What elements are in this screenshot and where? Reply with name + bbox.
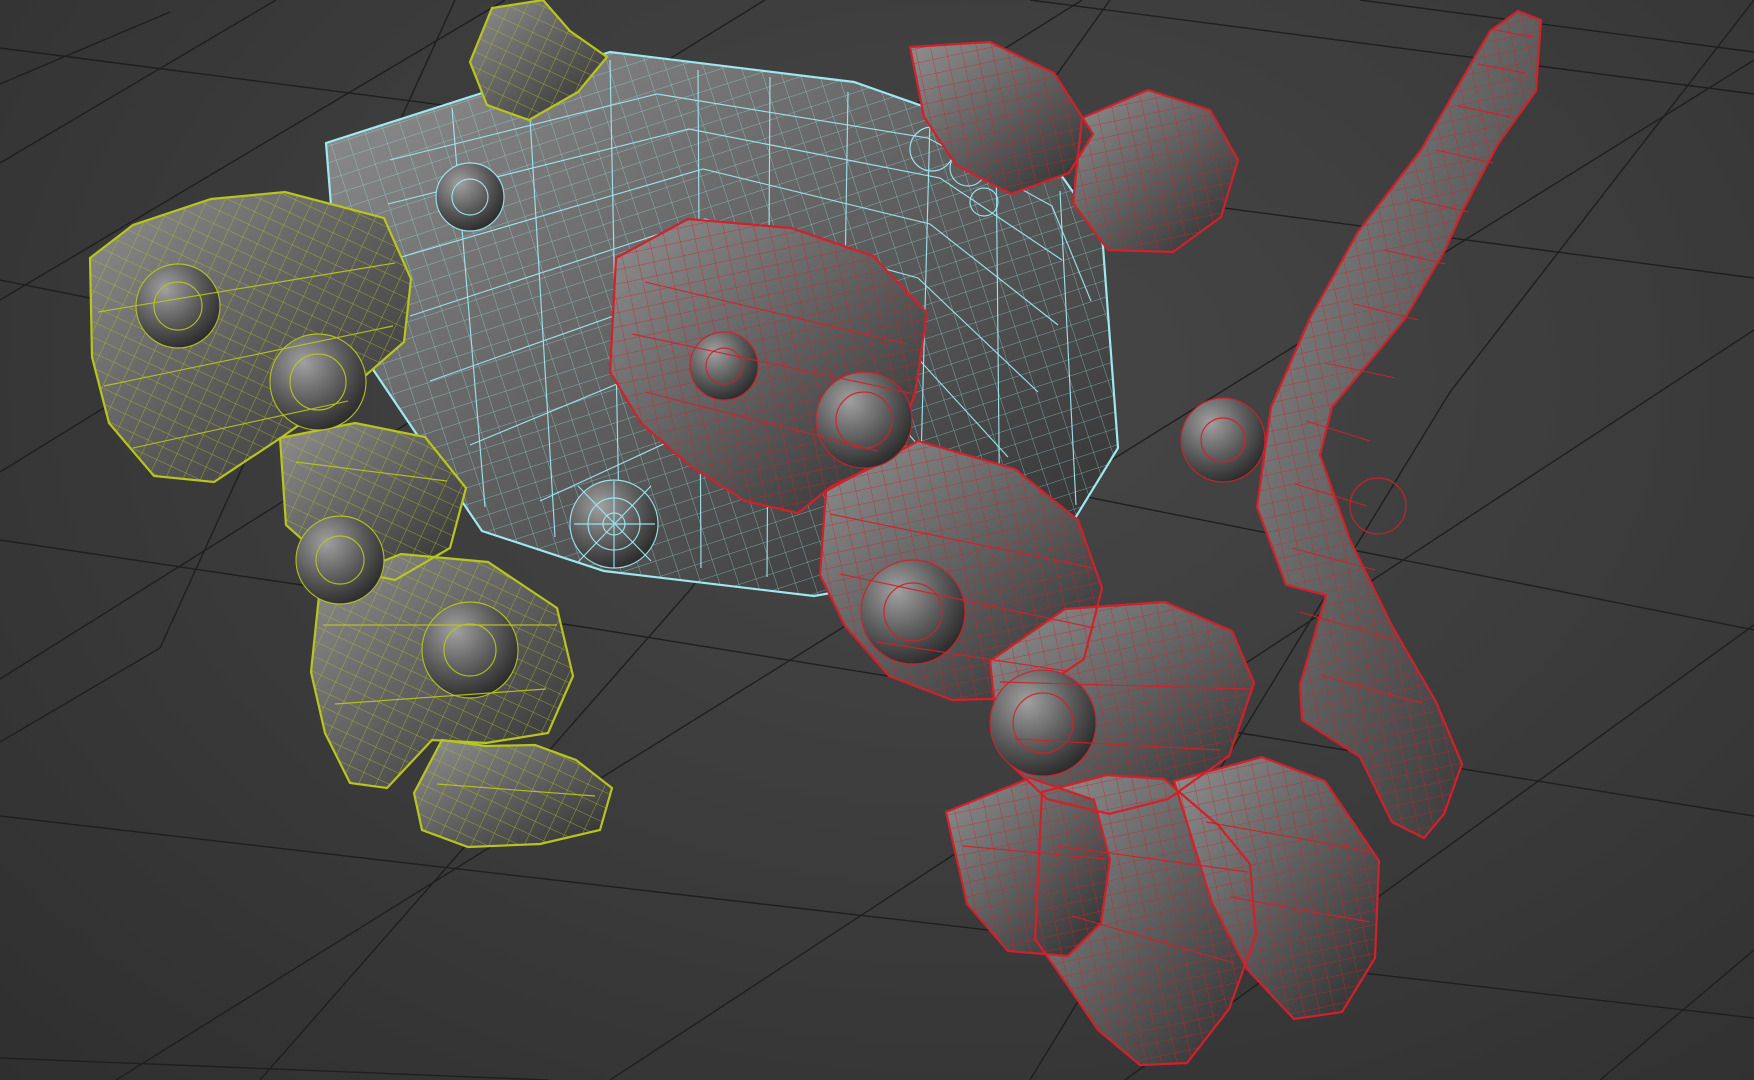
3d-viewport[interactable] bbox=[0, 0, 1754, 1080]
viewport-scene[interactable] bbox=[0, 0, 1754, 1080]
